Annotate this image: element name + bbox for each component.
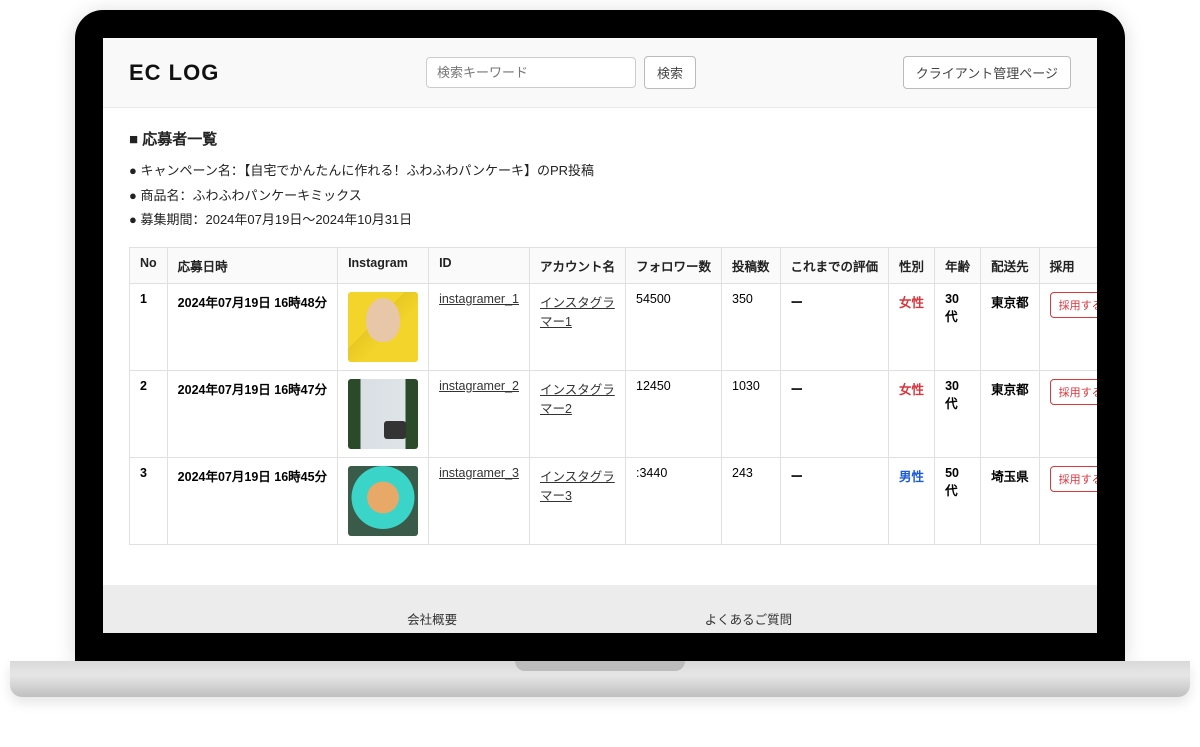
- campaign-name: 【自宅でかんたんに作れる！ふわふわパンケーキ】のPR投稿: [244, 163, 594, 178]
- th-applied-at: 応募日時: [167, 248, 337, 284]
- cell-instagram: [338, 284, 429, 371]
- cell-account-name: インスタグラマー2: [529, 371, 625, 458]
- cell-followers: :3440: [626, 458, 722, 545]
- cell-evaluation: ー: [780, 371, 889, 458]
- cell-posts: 1030: [722, 371, 781, 458]
- product-line: 商品名：ふわふわパンケーキミックス: [129, 184, 1071, 209]
- cell-no: 1: [130, 284, 168, 371]
- cell-shipping: 東京都: [981, 371, 1040, 458]
- cell-followers: 12450: [626, 371, 722, 458]
- cell-adopt: 採用する: [1039, 371, 1097, 458]
- account-name-link[interactable]: インスタグラマー1: [540, 296, 615, 329]
- cell-age: 50代: [935, 458, 981, 545]
- cell-applied-at: 2024年07月19日 16時48分: [167, 284, 337, 371]
- th-posts: 投稿数: [722, 248, 781, 284]
- th-no: No: [130, 248, 168, 284]
- cell-gender: 男性: [889, 458, 935, 545]
- cell-no: 2: [130, 371, 168, 458]
- period-line: 募集期間：2024年07月19日～2024年10月31日: [129, 208, 1071, 233]
- cell-gender: 女性: [889, 284, 935, 371]
- applicants-table: No 応募日時 Instagram ID アカウント名 フォロワー数 投稿数 こ…: [129, 247, 1097, 545]
- instagram-id-link[interactable]: instagramer_1: [439, 292, 519, 306]
- cell-age: 30代: [935, 371, 981, 458]
- footer-col-2: よくあるご質問お問い合わせSNSアカウント: [705, 609, 793, 633]
- cell-id: instagramer_1: [429, 284, 530, 371]
- applicants-table-wrap: No 応募日時 Instagram ID アカウント名 フォロワー数 投稿数 こ…: [129, 247, 1071, 545]
- table-header-row: No 応募日時 Instagram ID アカウント名 フォロワー数 投稿数 こ…: [130, 248, 1098, 284]
- instagram-thumbnail[interactable]: [348, 466, 418, 536]
- cell-id: instagramer_2: [429, 371, 530, 458]
- cell-no: 3: [130, 458, 168, 545]
- logo: EC LOG: [129, 60, 219, 86]
- footer-link[interactable]: 会社概要: [407, 609, 545, 628]
- cell-instagram: [338, 458, 429, 545]
- th-gender: 性別: [889, 248, 935, 284]
- footer: 会社概要特定商取引に関する表記プライバシーポリシークライアント利用規約 よくある…: [103, 585, 1097, 633]
- footer-link[interactable]: よくあるご質問: [705, 609, 793, 628]
- account-name-link[interactable]: インスタグラマー2: [540, 383, 615, 416]
- th-evaluation: これまでの評価: [780, 248, 889, 284]
- table-row: 1 2024年07月19日 16時48分 instagramer_1 インスタグ…: [130, 284, 1098, 371]
- cell-account-name: インスタグラマー3: [529, 458, 625, 545]
- main-content: ■ 応募者一覧 キャンペーン名：【自宅でかんたんに作れる！ふわふわパンケーキ】の…: [103, 108, 1097, 555]
- campaign-label: キャンペーン名：: [140, 163, 243, 178]
- period-label: 募集期間：: [140, 212, 205, 227]
- cell-posts: 243: [722, 458, 781, 545]
- instagram-id-link[interactable]: instagramer_2: [439, 379, 519, 393]
- cell-evaluation: ー: [780, 284, 889, 371]
- cell-adopt: 採用する: [1039, 284, 1097, 371]
- adopt-button[interactable]: 採用する: [1050, 379, 1097, 405]
- table-row: 2 2024年07月19日 16時47分 instagramer_2 インスタグ…: [130, 371, 1098, 458]
- page-title: ■ 応募者一覧: [129, 128, 1071, 149]
- product-label: 商品名：: [140, 188, 192, 203]
- search-button[interactable]: 検索: [644, 56, 696, 89]
- cell-adopt: 採用する: [1039, 458, 1097, 545]
- search-input[interactable]: [426, 57, 636, 88]
- cell-applied-at: 2024年07月19日 16時45分: [167, 458, 337, 545]
- instagram-thumbnail[interactable]: [348, 379, 418, 449]
- period-value: 2024年07月19日～2024年10月31日: [205, 212, 412, 227]
- th-age: 年齢: [935, 248, 981, 284]
- cell-instagram: [338, 371, 429, 458]
- footer-col-1: 会社概要特定商取引に関する表記プライバシーポリシークライアント利用規約: [407, 609, 545, 633]
- laptop-base: [10, 661, 1190, 697]
- adopt-button[interactable]: 採用する: [1050, 466, 1097, 492]
- campaign-line: キャンペーン名：【自宅でかんたんに作れる！ふわふわパンケーキ】のPR投稿: [129, 159, 1071, 184]
- instagram-thumbnail[interactable]: [348, 292, 418, 362]
- th-followers: フォロワー数: [626, 248, 722, 284]
- cell-shipping: 東京都: [981, 284, 1040, 371]
- cell-age: 30代: [935, 284, 981, 371]
- th-account-name: アカウント名: [529, 248, 625, 284]
- cell-id: instagramer_3: [429, 458, 530, 545]
- cell-account-name: インスタグラマー1: [529, 284, 625, 371]
- th-adopt: 採用: [1039, 248, 1097, 284]
- cell-applied-at: 2024年07月19日 16時47分: [167, 371, 337, 458]
- cell-posts: 350: [722, 284, 781, 371]
- cell-gender: 女性: [889, 371, 935, 458]
- cell-shipping: 埼玉県: [981, 458, 1040, 545]
- cell-followers: 54500: [626, 284, 722, 371]
- table-row: 3 2024年07月19日 16時45分 instagramer_3 インスタグ…: [130, 458, 1098, 545]
- th-instagram: Instagram: [338, 248, 429, 284]
- instagram-id-link[interactable]: instagramer_3: [439, 466, 519, 480]
- th-shipping: 配送先: [981, 248, 1040, 284]
- cell-evaluation: ー: [780, 458, 889, 545]
- adopt-button[interactable]: 採用する: [1050, 292, 1097, 318]
- account-name-link[interactable]: インスタグラマー3: [540, 470, 615, 503]
- th-id: ID: [429, 248, 530, 284]
- product-name: ふわふわパンケーキミックス: [192, 188, 361, 203]
- search-area: 検索: [426, 56, 696, 89]
- top-bar: EC LOG 検索 クライアント管理ページ: [103, 38, 1097, 108]
- client-admin-page-button[interactable]: クライアント管理ページ: [903, 56, 1071, 89]
